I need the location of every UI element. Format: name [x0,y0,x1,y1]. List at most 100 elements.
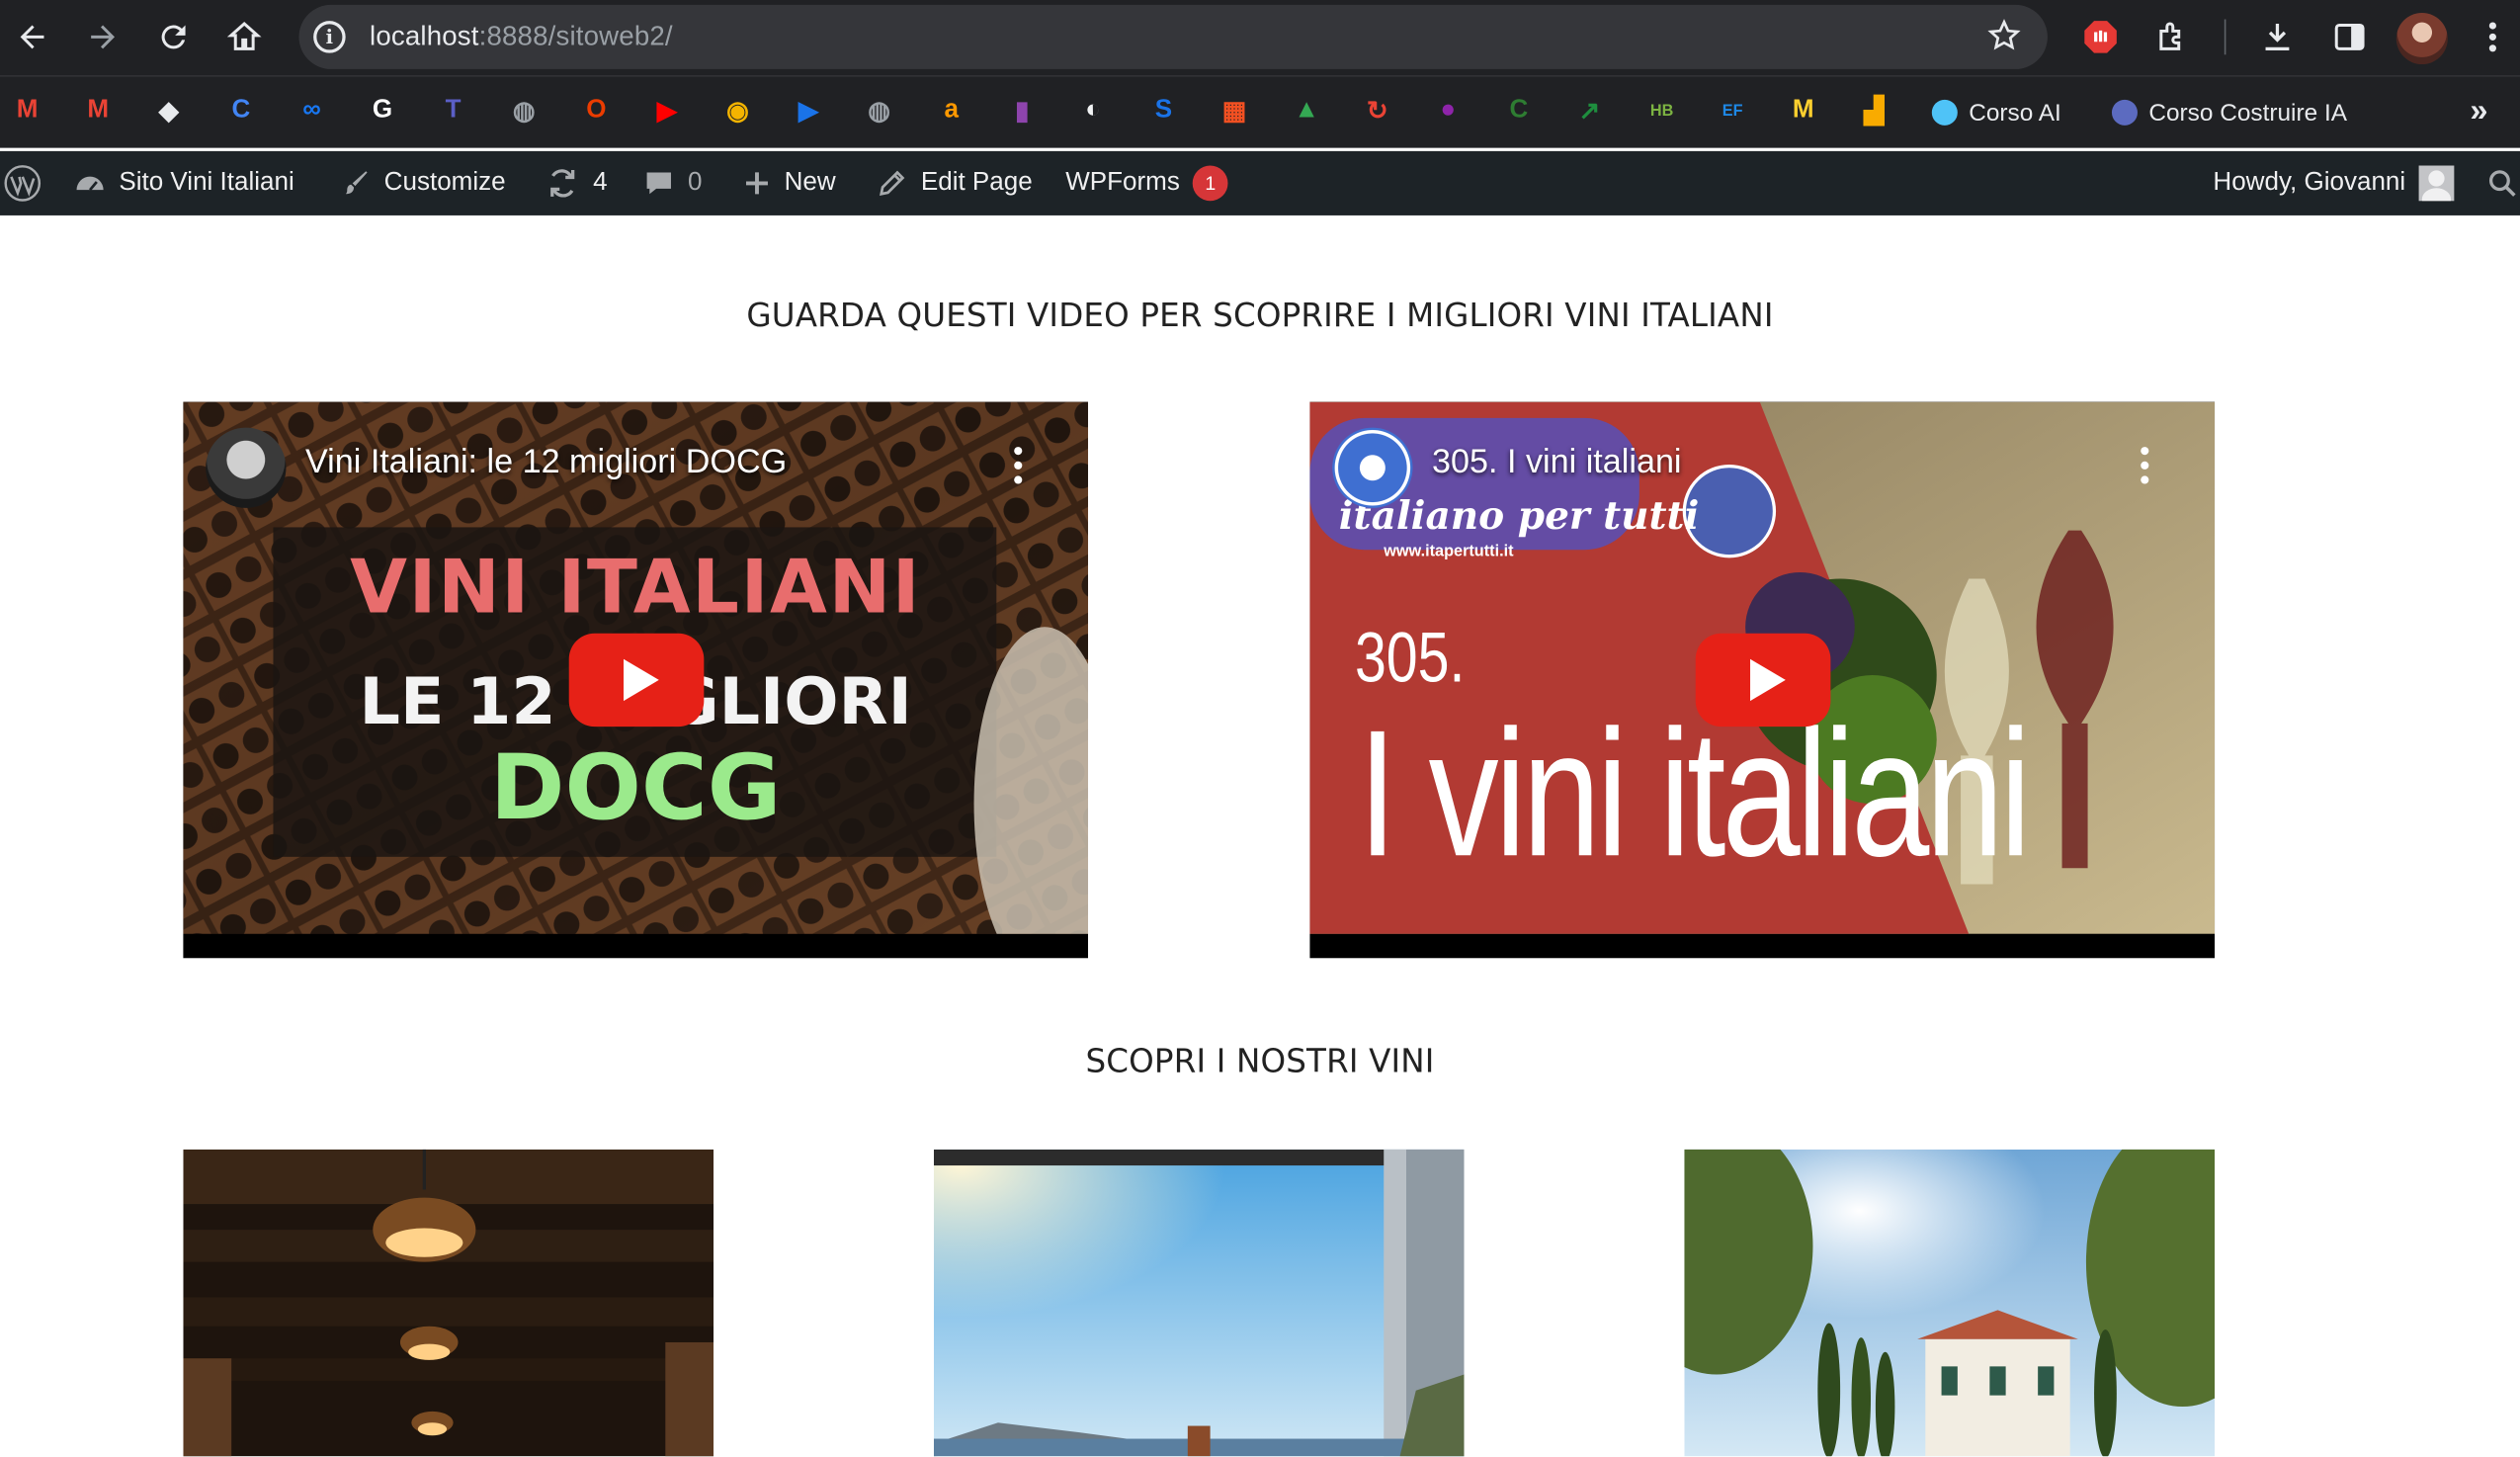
address-bar[interactable]: i localhost:8888/sitoweb2/ [298,4,2048,69]
plus-icon [742,169,771,198]
comments-count: 0 [688,168,703,197]
moon-icon[interactable]: ◐ [1075,93,1111,129]
profile-avatar[interactable] [2395,13,2448,65]
globe-icon[interactable]: ◍ [506,93,542,129]
channel-avatar[interactable] [1332,427,1413,508]
stop-extension-icon[interactable] [2079,16,2121,57]
bookmark-folder-corso-costruire-ia[interactable]: Corso Costruire IA [2111,93,2348,131]
video-embed-vini-italiani[interactable]: italiano per tutti www.itapertutti.it 30… [1309,401,2216,959]
paintbrush-icon [339,167,372,200]
office-icon[interactable]: O [578,93,614,129]
new-label: New [784,168,836,197]
teams-icon[interactable]: T [436,93,471,129]
video-title[interactable]: Vini Italiani: le 12 migliori DOCG [305,444,787,482]
bookmark-star-icon[interactable] [1986,18,2022,61]
bookmark-label: Corso Costruire IA [2148,99,2348,127]
video-embed-docg[interactable]: VINI ITALIANI LE 12 MIGLIORI DOCG Vini I… [183,401,1089,959]
comments-link[interactable]: 0 [643,151,703,215]
bookmarks-bar: M M ◆ C ∞ G T ◍ O ▶ ◉ ▶ ◍ a ▮ ◐ S ▦ ▲ ↻ ● C ↗ HB EF M ▟ Corso AI C… [0,75,2520,148]
ef-icon[interactable]: EF [1715,93,1750,129]
c-green-icon[interactable]: C [1501,93,1537,129]
wine-image-villa[interactable] [1684,1149,2216,1457]
folder-dot-icon [1931,99,1958,126]
google-icon[interactable]: G [365,93,400,129]
site-name-menu[interactable]: Sito Vini Italiani [74,151,294,215]
comment-bubble-icon [643,167,676,200]
url-host: localhost [370,21,479,52]
play-circle-icon[interactable]: ▶ [791,93,826,129]
wpforms-label: WPForms [1065,168,1180,197]
folder-dot-icon [2111,99,2138,126]
howdy-label: Howdy, Giovanni [2213,168,2406,197]
user-avatar [2418,165,2454,202]
amazon-icon[interactable]: a [934,93,969,129]
updates-link[interactable]: 4 [545,151,608,215]
thumb-number: 305. [1354,619,1466,698]
bookmark-folder-corso-ai[interactable]: Corso AI [1931,93,2061,131]
meta-icon[interactable]: ∞ [294,93,330,129]
wp-admin-bar: Sito Vini Italiani Customize 4 0 New Edi… [0,150,2520,215]
edit-page-label: Edit Page [920,168,1033,197]
new-content-menu[interactable]: New [742,151,836,215]
video-more-icon[interactable] [1014,447,1024,490]
site-info-icon[interactable]: i [313,21,346,53]
wpforms-menu[interactable]: WPForms 1 [1065,151,1228,215]
gmail-icon[interactable]: M [10,93,45,129]
site-name: Sito Vini Italiani [119,168,294,197]
customize-link[interactable]: Customize [339,151,506,215]
hb-icon[interactable]: HB [1644,93,1680,129]
dropbox-icon[interactable]: ◆ [151,93,187,129]
analytics-icon[interactable]: ▟ [1856,93,1891,129]
wines-section-heading: SCOPRI I NOSTRI VINI [1085,1041,1435,1080]
video-more-icon[interactable] [2141,447,2150,490]
extensions-icon[interactable] [2152,16,2194,57]
video-title[interactable]: 305. I vini italiani [1432,444,1682,482]
videos-section-heading: GUARDA QUESTI VIDEO PER SCOPRIRE I MIGLI… [746,296,1774,335]
thumb-title-line3: DOCG [489,735,782,841]
my-account-menu[interactable]: Howdy, Giovanni [2213,151,2454,215]
globe-icon[interactable]: ◍ [862,93,897,129]
pencil-icon [876,167,908,200]
trend-icon[interactable]: ↗ [1572,93,1608,129]
disc-icon[interactable]: ◉ [720,93,756,129]
forward-icon[interactable] [82,16,124,57]
edit-page-link[interactable]: Edit Page [876,151,1033,215]
wpforms-notification-badge: 1 [1192,165,1228,202]
miro-icon[interactable]: M [1786,93,1821,129]
browser-toolbar: i localhost:8888/sitoweb2/ [0,0,2520,76]
gmail-icon[interactable]: M [80,93,116,129]
dots-icon[interactable]: ● [1430,93,1466,129]
side-panel-icon[interactable] [2329,16,2371,57]
updates-count: 4 [593,168,608,197]
more-bookmarks-icon[interactable]: » [2470,93,2487,129]
microsoft-icon[interactable]: ▦ [1217,93,1252,129]
refresh-red-icon[interactable]: ↻ [1360,93,1395,129]
c-circle-icon[interactable]: C [223,93,259,129]
wine-image-sea-view[interactable] [933,1149,1465,1457]
thumb-title-line1: VINI ITALIANI [350,543,922,631]
youtube-play-button[interactable] [1695,633,1831,728]
bookmark-label: Corso AI [1969,99,2061,127]
reload-icon[interactable] [152,16,194,57]
back-icon[interactable] [11,16,52,57]
thumb-site-url: www.itapertutti.it [1384,543,1514,561]
chart-column-icon[interactable]: ▮ [1004,93,1040,129]
toolbar-divider [2224,19,2226,55]
drive-icon[interactable]: ▲ [1289,93,1324,129]
url-text[interactable]: localhost:8888/sitoweb2/ [370,21,673,53]
youtube-play-button[interactable] [568,633,705,728]
channel-avatar[interactable] [206,427,287,508]
download-icon[interactable] [2256,16,2298,57]
customize-label: Customize [383,168,506,197]
updates-icon [545,166,580,202]
chrome-menu-icon[interactable] [2472,16,2513,57]
wine-image-cellar[interactable] [183,1149,714,1457]
search-icon[interactable] [2486,151,2519,215]
dashboard-gauge-icon [74,167,107,200]
wordpress-logo-icon[interactable] [3,151,42,215]
home-icon[interactable] [223,16,265,57]
url-path: :8888/sitoweb2/ [478,21,673,52]
document-icon[interactable]: S [1146,93,1182,129]
youtube-icon[interactable]: ▶ [649,93,685,129]
thumb-big-title: I vini italiani [1358,692,2031,895]
